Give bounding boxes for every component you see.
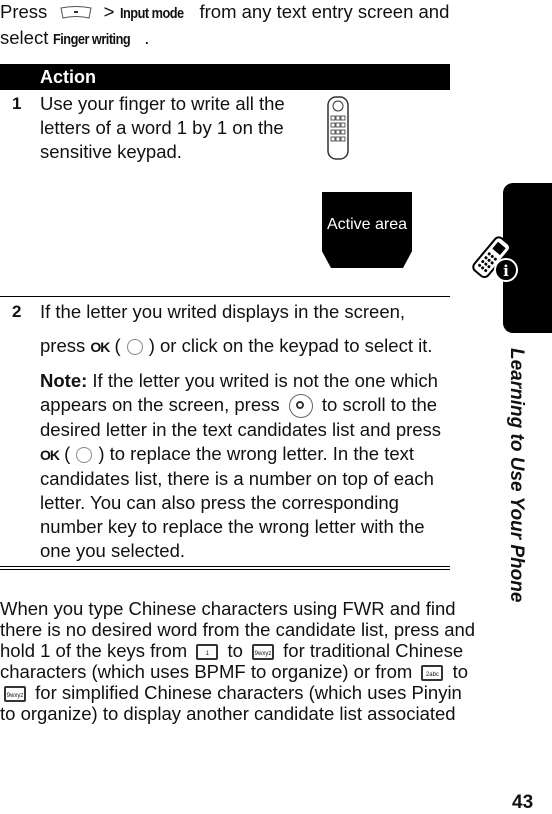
intro-paragraph: Press > Input mode from any text entry s… — [0, 0, 460, 52]
ok-key-icon-2 — [76, 447, 93, 464]
ok-label: OK — [90, 339, 110, 355]
row-divider — [0, 296, 450, 297]
key-1-icon: 1 — [196, 644, 219, 661]
action-header: Action — [40, 67, 96, 87]
body-text-3: for simplified Chinese characters (which… — [0, 682, 462, 724]
table-bottom-rule-1 — [0, 566, 450, 567]
nav-key-icon — [288, 394, 313, 419]
note-text-c: ) to replace the wrong letter. In the te… — [40, 443, 434, 562]
svg-text:i: i — [503, 262, 509, 280]
intro-gt: > — [103, 1, 115, 22]
body-paragraph: When you type Chinese characters using F… — [0, 598, 480, 724]
step-2-line-1: If the letter you writed displays in the… — [40, 301, 406, 322]
note-label: Note: — [40, 370, 88, 391]
key-9-icon-2: 9wxyz — [4, 686, 26, 703]
input-mode-label: Input mode — [119, 5, 184, 22]
step-1-text: Use your finger to write all the letters… — [40, 93, 285, 162]
ok-key-icon — [126, 339, 143, 356]
menu-key-icon — [60, 6, 93, 19]
step-1-number: 1 — [12, 94, 22, 113]
chapter-title: Learning to Use Your Phone — [506, 348, 527, 603]
phone-keypad-image — [327, 96, 349, 160]
intro-period: . — [144, 27, 150, 48]
intro-text: Press — [0, 1, 48, 22]
active-area-label: Active area — [326, 216, 408, 233]
to-text-2: to — [452, 661, 468, 682]
table-header: Action — [0, 64, 450, 90]
step-2-line-2: press OK () or click on the keypad to se… — [40, 335, 433, 356]
ok-label-2: OK — [40, 447, 60, 464]
step-2-text: If the letter you writed displays in the… — [40, 300, 450, 563]
press-text: press — [40, 335, 86, 356]
active-area-image: Active area — [322, 192, 412, 268]
step-2-line-2-rest: ) or click on the keypad to select it. — [148, 335, 433, 356]
key-2-icon: 2abc — [421, 665, 444, 682]
phone-info-icon: i — [472, 236, 518, 282]
finger-writing-label: Finger writing — [53, 31, 131, 48]
step-2-number: 2 — [12, 302, 22, 321]
table-bottom-rule-2 — [0, 569, 450, 570]
key-9-icon: 9wxyz — [252, 644, 275, 661]
page-number: 43 — [512, 792, 534, 813]
note-paragraph: Note: If the letter you writed is not th… — [40, 370, 442, 562]
to-text-1: to — [227, 640, 243, 661]
